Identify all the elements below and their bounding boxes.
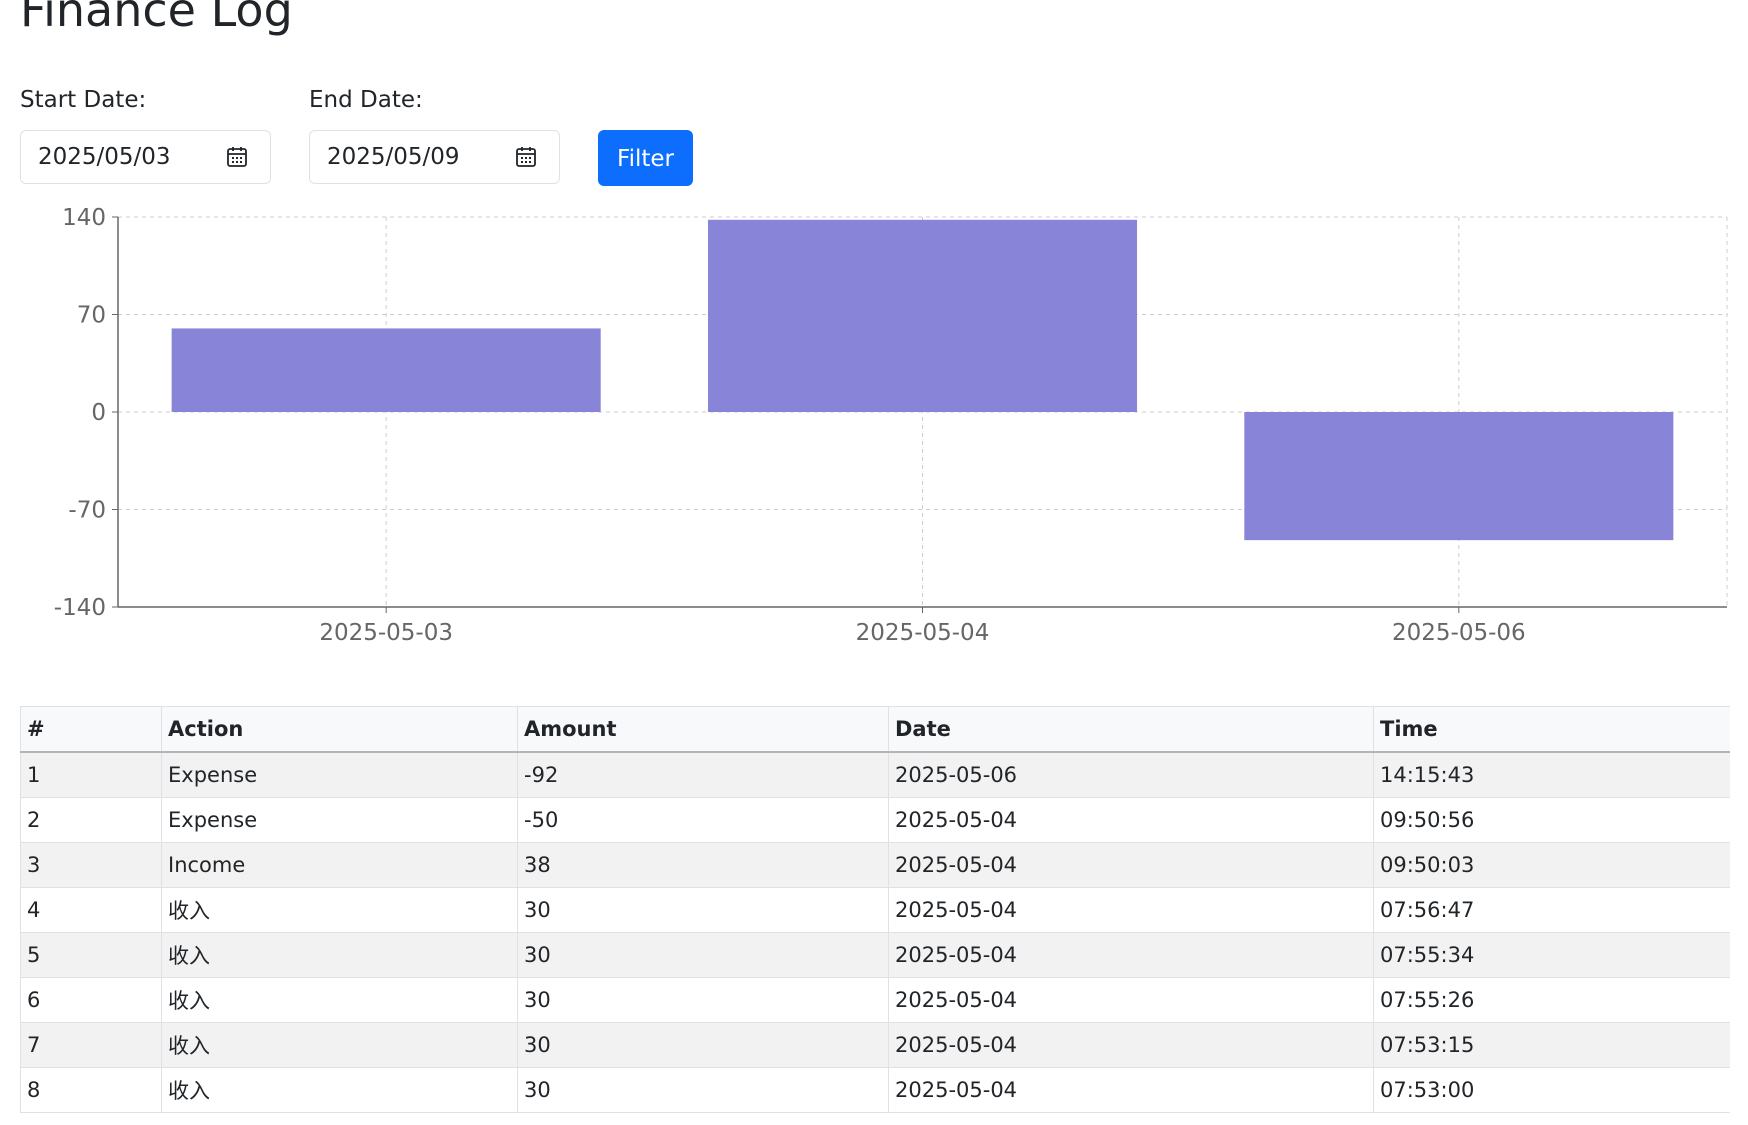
cell-date: 2025-05-06 [888, 751, 1374, 798]
cell-action: Expense [161, 751, 518, 798]
cell-index: 7 [20, 1022, 162, 1068]
cell-action: Expense [161, 797, 518, 843]
cell-index: 6 [20, 977, 162, 1023]
y-tick-label: 70 [77, 303, 106, 329]
column-header-action: Action [161, 706, 518, 753]
table-row: 4 收入 30 2025-05-04 07:56:47 [20, 887, 1730, 933]
cell-amount: 30 [517, 1022, 889, 1068]
table-row: 8 收入 30 2025-05-04 07:53:00 [20, 1067, 1730, 1113]
cell-amount: -50 [517, 797, 889, 843]
bar-2025-05-06 [1244, 412, 1674, 541]
bar-2025-05-03 [171, 328, 601, 412]
cell-date: 2025-05-04 [888, 977, 1374, 1023]
cell-index: 5 [20, 932, 162, 978]
cell-time: 07:56:47 [1373, 887, 1730, 933]
cell-amount: 30 [517, 887, 889, 933]
table-row: 7 收入 30 2025-05-04 07:53:15 [20, 1022, 1730, 1068]
records-table: # Action Amount Date Time 1 Expense -92 202… [20, 706, 1730, 1113]
table-header-row: # Action Amount Date Time [20, 706, 1730, 753]
table-row: 5 收入 30 2025-05-04 07:55:34 [20, 932, 1730, 978]
cell-action: 收入 [161, 1067, 518, 1113]
cell-date: 2025-05-04 [888, 1067, 1374, 1113]
cell-time: 09:50:56 [1373, 797, 1730, 843]
table-body: 1 Expense -92 2025-05-06 14:15:43 2 Expense -50… [20, 751, 1730, 1113]
finance-log-page: Finance Log Start Date: 2025/05/03 End D… [0, 0, 1748, 1125]
column-header-index: # [20, 706, 162, 753]
cell-amount: 38 [517, 842, 889, 888]
table-row: 3 Income 38 2025-05-04 09:50:03 [20, 842, 1730, 888]
cell-action: 收入 [161, 977, 518, 1023]
cell-action: 收入 [161, 932, 518, 978]
cell-index: 2 [20, 797, 162, 843]
x-tick-label: 2025-05-03 [319, 620, 453, 646]
cell-amount: 30 [517, 977, 889, 1023]
cell-date: 2025-05-04 [888, 932, 1374, 978]
table-row: 2 Expense -50 2025-05-04 09:50:56 [20, 797, 1730, 843]
cell-time: 07:55:34 [1373, 932, 1730, 978]
column-header-date: Date [888, 706, 1374, 753]
cell-index: 4 [20, 887, 162, 933]
column-header-time: Time [1373, 706, 1730, 753]
cell-index: 8 [20, 1067, 162, 1113]
bar-2025-05-04 [707, 219, 1138, 412]
cell-time: 14:15:43 [1373, 751, 1730, 798]
x-tick-label: 2025-05-06 [1392, 620, 1526, 646]
cell-date: 2025-05-04 [888, 887, 1374, 933]
cell-amount: 30 [517, 932, 889, 978]
table-row: 1 Expense -92 2025-05-06 14:15:43 [20, 751, 1730, 798]
cell-date: 2025-05-04 [888, 842, 1374, 888]
cell-action: Income [161, 842, 518, 888]
bar-chart: 140 70 0 -70 -140 2025-05-03 2025-05-04 2025-05… [54, 205, 1728, 646]
cell-date: 2025-05-04 [888, 797, 1374, 843]
records-table-container: # Action Amount Date Time 1 Expense -92 202… [20, 706, 1730, 1125]
y-tick-label: 0 [91, 400, 106, 426]
x-tick-label: 2025-05-04 [856, 620, 990, 646]
cell-time: 07:53:15 [1373, 1022, 1730, 1068]
cell-amount: -92 [517, 751, 889, 798]
cell-time: 07:53:00 [1373, 1067, 1730, 1113]
column-header-amount: Amount [517, 706, 889, 753]
table-row: 6 收入 30 2025-05-04 07:55:26 [20, 977, 1730, 1023]
y-tick-label: 140 [62, 205, 106, 231]
cell-amount: 30 [517, 1067, 889, 1113]
cell-action: 收入 [161, 1022, 518, 1068]
cell-time: 09:50:03 [1373, 842, 1730, 888]
cell-action: 收入 [161, 887, 518, 933]
y-tick-label: -140 [54, 595, 106, 621]
cell-time: 07:55:26 [1373, 977, 1730, 1023]
cell-index: 3 [20, 842, 162, 888]
cell-date: 2025-05-04 [888, 1022, 1374, 1068]
y-tick-label: -70 [68, 498, 106, 524]
cell-index: 1 [20, 751, 162, 798]
